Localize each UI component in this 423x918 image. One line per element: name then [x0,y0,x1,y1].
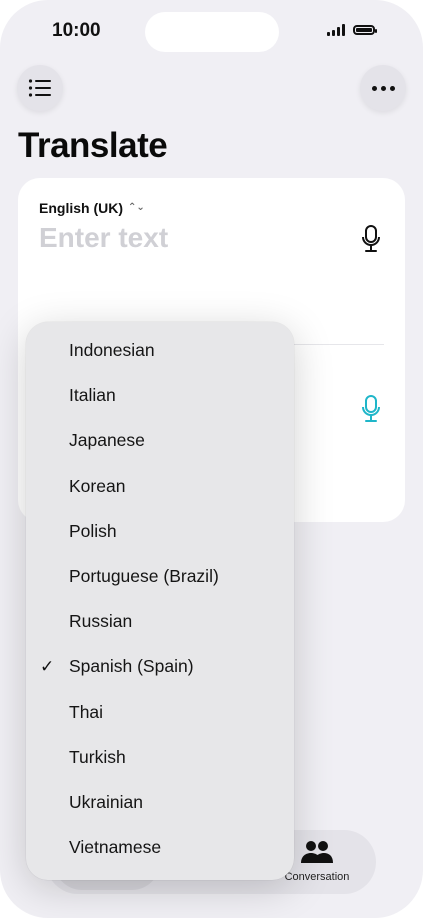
source-language-selector[interactable]: English (UK) ⌃⌄ [39,200,145,216]
people-icon [301,841,333,863]
language-menu-item-label: Vietnamese [69,837,162,858]
language-menu-item[interactable]: ✓ Spanish (Spain) [26,644,294,689]
language-menu-item-label: Japanese [69,430,145,451]
language-menu: Indonesian Italian Japanese Korean Polish Por… [26,322,294,880]
language-menu-item-label: Polish [69,520,117,541]
battery-icon [353,25,377,35]
language-menu-item[interactable]: Vietnamese [26,825,294,870]
language-menu-item[interactable]: Italian [26,373,294,418]
language-menu-item[interactable]: Korean [26,464,294,509]
language-menu-item[interactable]: Japanese [26,418,294,463]
list-icon [28,79,51,97]
language-menu-item-label: Portuguese (Brazil) [69,566,219,586]
page-title: Translate [18,126,168,165]
tab-conversation-label: Conversation [284,871,350,883]
status-time: 10:00 [52,20,101,41]
language-menu-item[interactable]: Russian [26,599,294,644]
language-menu-item-label: Italian [69,385,116,406]
phone-screen: 10:00 Translate English (UK) ⌃⌄ Enter te… [0,0,423,918]
checkmark-icon: ✓ [40,656,55,676]
language-menu-item-label: Russian [69,611,133,632]
language-menu-item-label: Spanish (Spain) [69,656,194,677]
source-text-input[interactable] [39,222,339,254]
signal-icon [327,24,345,36]
language-menu-item[interactable]: Turkish [26,735,294,780]
more-button[interactable] [360,65,406,111]
status-icons [327,24,377,36]
language-menu-item-label: Thai [69,701,104,722]
language-menu-item[interactable]: Thai [26,690,294,735]
chevron-up-down-icon: ⌃⌄ [128,202,145,213]
language-menu-item-label: Indonesian [69,340,155,360]
source-language-label: English (UK) [39,200,123,216]
microphone-icon[interactable] [361,225,381,253]
ellipsis-icon [371,85,395,91]
language-menu-item[interactable]: Indonesian [26,328,294,373]
target-microphone-icon[interactable] [361,395,381,423]
language-menu-item-label: Ukrainian [69,792,143,812]
card-divider [292,344,384,345]
language-menu-item[interactable]: Polish [26,509,294,554]
language-menu-item-label: Korean [69,475,126,496]
language-menu-item[interactable]: Ukrainian [26,780,294,825]
language-menu-item-label: Turkish [69,746,126,767]
dynamic-island [145,12,279,52]
menu-button[interactable] [17,65,63,111]
language-menu-item[interactable]: Portuguese (Brazil) [26,554,294,599]
